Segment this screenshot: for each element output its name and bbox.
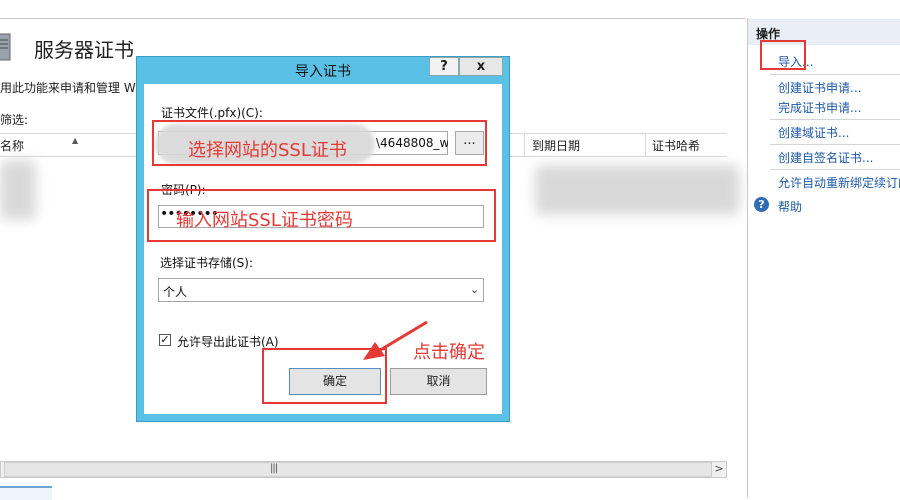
page-description: 用此功能来申请和管理 W bbox=[0, 81, 136, 95]
divider bbox=[770, 169, 900, 170]
dialog-close-button[interactable]: x bbox=[459, 57, 503, 76]
divider bbox=[770, 144, 900, 145]
scrollbar-thumb[interactable] bbox=[4, 462, 712, 477]
filter-label: 筛选: bbox=[0, 113, 29, 127]
column-divider bbox=[645, 134, 646, 156]
sort-ascending-icon: ▲ bbox=[72, 136, 79, 145]
blurred-row bbox=[535, 165, 740, 215]
file-label: 证书文件(.pfx)(C): bbox=[161, 106, 263, 120]
store-value: 个人 bbox=[163, 285, 188, 299]
store-label: 选择证书存储(S): bbox=[160, 256, 254, 270]
action-create-domain-cert[interactable]: 创建域证书... bbox=[778, 124, 849, 141]
scrollbar-grip-icon: ||| bbox=[270, 463, 278, 474]
server-icon bbox=[0, 33, 11, 61]
page-title: 服务器证书 bbox=[34, 38, 134, 62]
certificate-store-select[interactable] bbox=[158, 278, 484, 302]
cancel-button[interactable]: 取消 bbox=[390, 368, 487, 395]
chevron-down-icon[interactable]: ⌄ bbox=[470, 283, 479, 296]
annotation-file-note: 选择网站的SSL证书 bbox=[188, 140, 347, 161]
dialog-help-button[interactable]: ? bbox=[429, 57, 459, 76]
help-icon[interactable]: ? bbox=[754, 197, 769, 212]
column-header-hash[interactable]: 证书哈希 bbox=[652, 137, 710, 154]
action-help[interactable]: 帮助 bbox=[778, 198, 802, 215]
action-create-request[interactable]: 创建证书申请... bbox=[778, 79, 861, 96]
allow-export-checkbox[interactable]: ✓ bbox=[159, 334, 171, 346]
annotation-highlight-import bbox=[760, 40, 806, 70]
divider bbox=[770, 119, 900, 120]
action-create-self-signed[interactable]: 创建自签名证书... bbox=[778, 149, 873, 166]
action-complete-request[interactable]: 完成证书申请... bbox=[778, 99, 861, 116]
column-divider bbox=[524, 134, 525, 156]
column-header-expiry[interactable]: 到期日期 bbox=[532, 137, 580, 154]
column-header-name[interactable]: 名称 bbox=[0, 137, 24, 154]
annotation-password-note: 输入网站SSL证书密码 bbox=[176, 210, 353, 231]
annotation-arrow-icon bbox=[363, 320, 428, 360]
blurred-row bbox=[0, 160, 36, 220]
action-auto-rebind[interactable]: 允许自动重新绑定续订的证书 bbox=[778, 174, 900, 191]
divider bbox=[770, 74, 900, 75]
scroll-right-button[interactable]: > bbox=[712, 462, 726, 477]
top-border bbox=[0, 18, 745, 19]
